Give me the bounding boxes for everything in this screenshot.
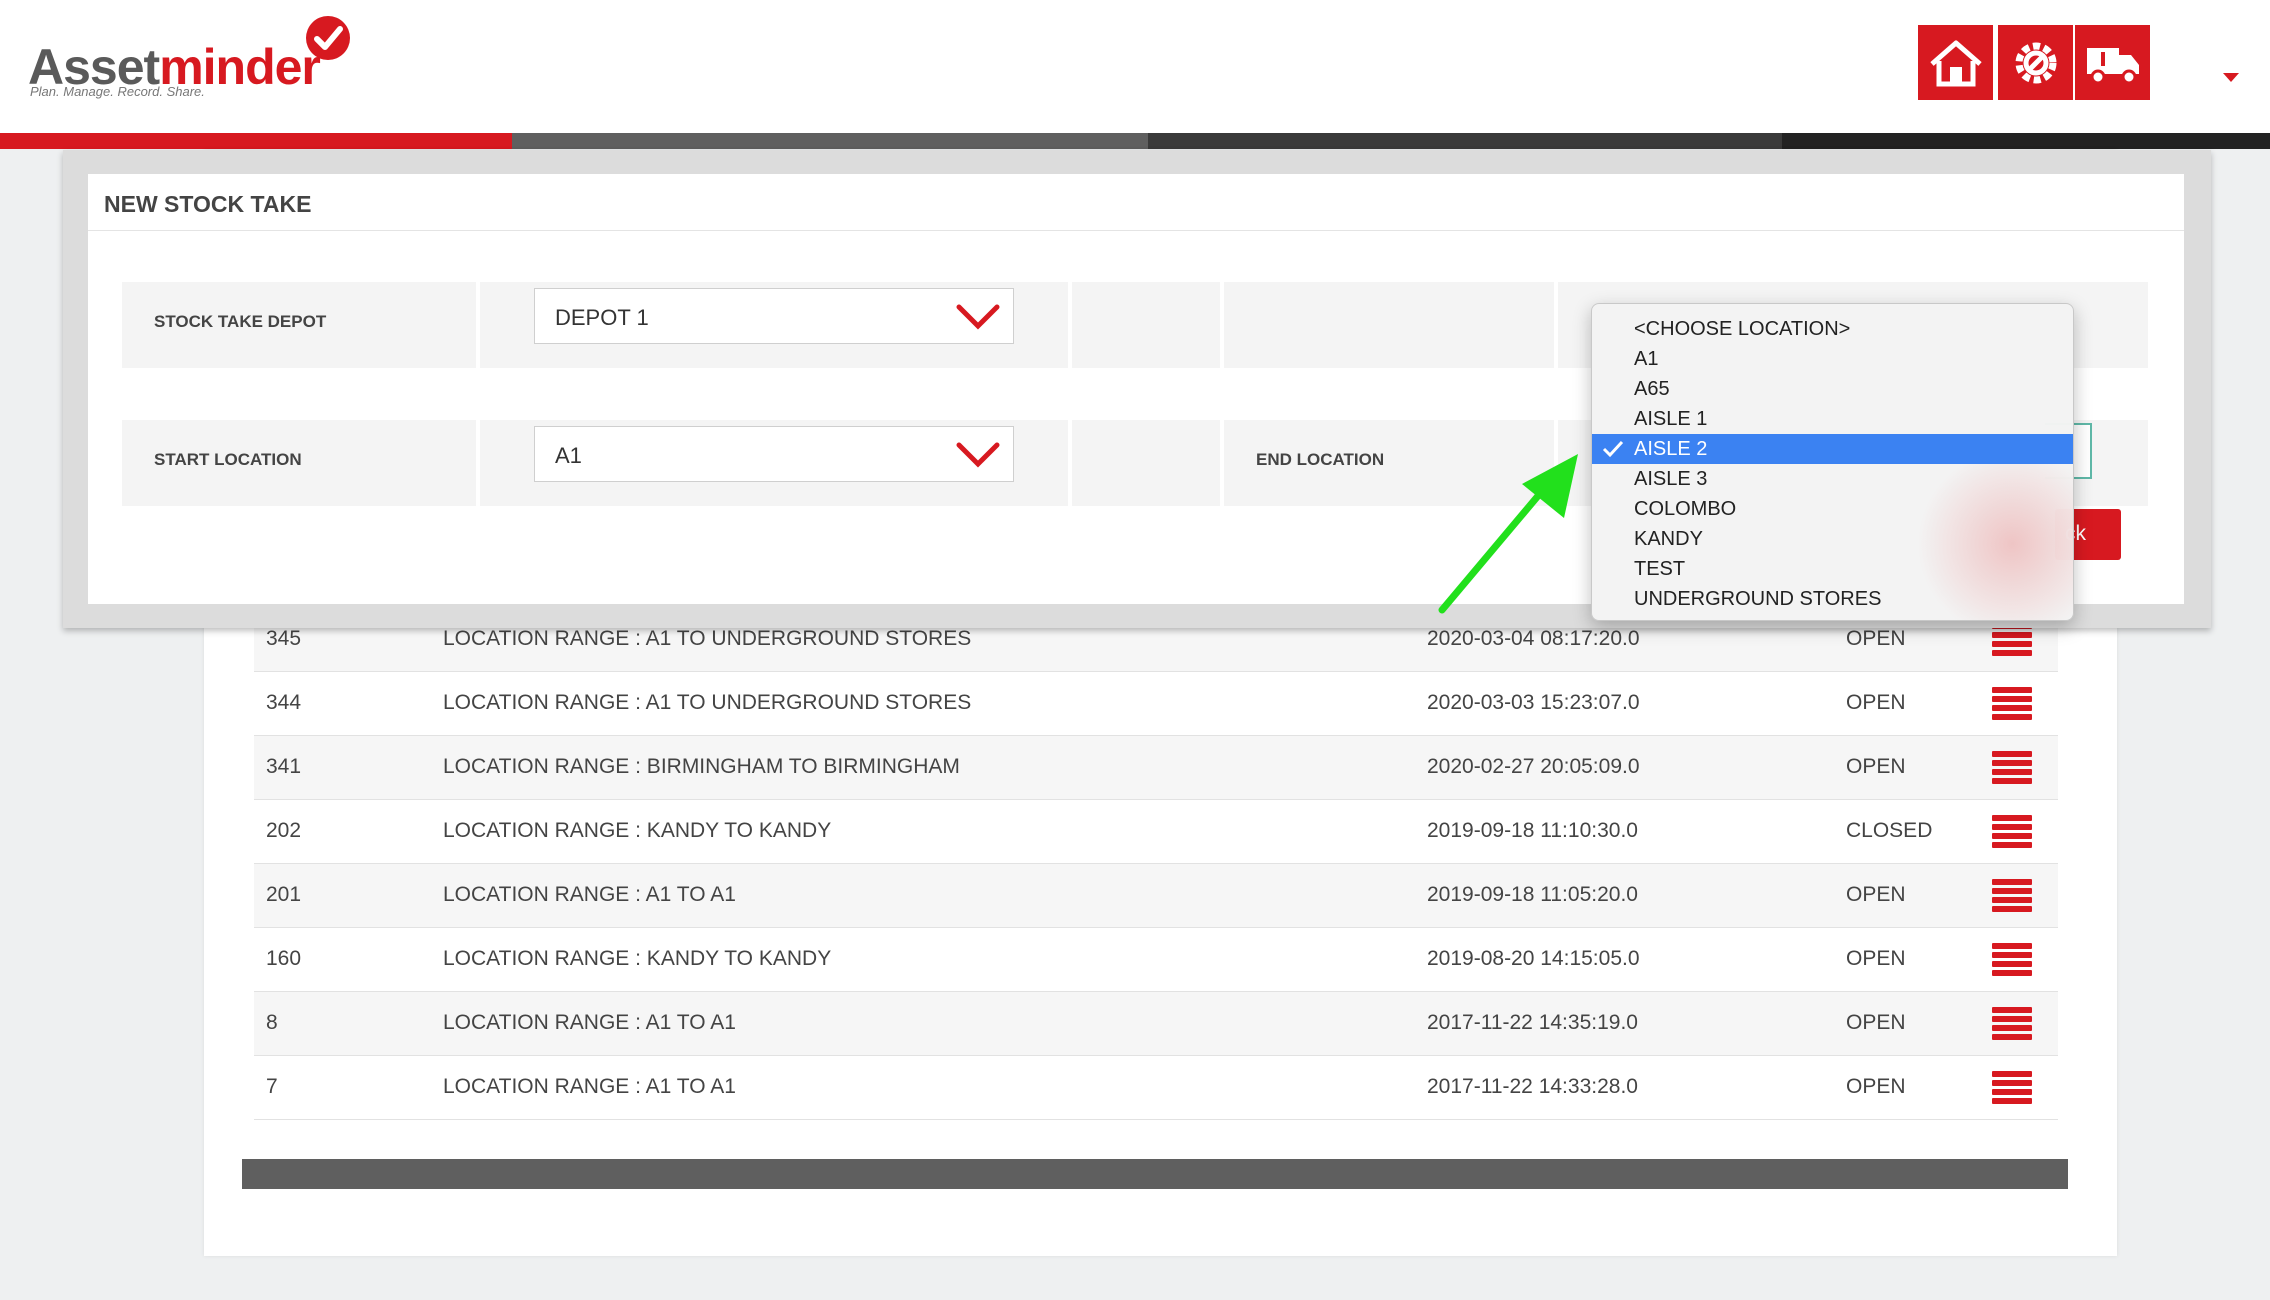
- dropdown-option[interactable]: A65: [1592, 374, 2073, 404]
- row-description: LOCATION RANGE : KANDY TO KANDY: [443, 947, 832, 970]
- row-date: 2017-11-22 14:35:19.0: [1427, 1011, 1638, 1034]
- dropdown-option-label: <CHOOSE LOCATION>: [1634, 318, 1851, 340]
- row-id: 345: [266, 627, 302, 650]
- table-row[interactable]: 341 LOCATION RANGE : BIRMINGHAM TO BIRMIN…: [254, 736, 2058, 800]
- row-description: LOCATION RANGE : A1 TO A1: [443, 883, 736, 906]
- row-details-list-icon[interactable]: [1992, 815, 2032, 848]
- row-id: 201: [266, 883, 302, 906]
- home-button[interactable]: [1918, 25, 1993, 100]
- row-status: OPEN: [1846, 1011, 1906, 1034]
- header-stripe-red: [0, 133, 512, 149]
- row-id: 341: [266, 755, 302, 778]
- dropdown-option-label: AISLE 1: [1634, 408, 1708, 430]
- user-menu-caret-icon[interactable]: [2223, 73, 2239, 82]
- dropdown-option[interactable]: UNDERGROUND STORES: [1592, 584, 2073, 614]
- row-date: 2019-09-18 11:10:30.0: [1427, 819, 1638, 842]
- row-details-list-icon[interactable]: [1992, 1007, 2032, 1040]
- horizontal-scrollbar[interactable]: [242, 1159, 2068, 1189]
- dropdown-option[interactable]: TEST: [1592, 554, 2073, 584]
- table-row[interactable]: 8 LOCATION RANGE : A1 TO A1 2017-11-22 14:…: [254, 992, 2058, 1056]
- start-location-label: START LOCATION: [154, 450, 302, 469]
- table-row[interactable]: 344 LOCATION RANGE : A1 TO UNDERGROUND ST…: [254, 672, 2058, 736]
- dropdown-option-label: A1: [1634, 348, 1659, 370]
- dropdown-option[interactable]: AISLE 1: [1592, 404, 2073, 434]
- row-details-list-icon[interactable]: [1992, 1071, 2032, 1104]
- logo-tagline: Plan. Manage. Record. Share.: [30, 84, 205, 99]
- row-description: LOCATION RANGE : KANDY TO KANDY: [443, 819, 832, 842]
- dropdown-option[interactable]: COLOMBO: [1592, 494, 2073, 524]
- depot-select[interactable]: DEPOT 1: [534, 288, 1014, 344]
- table-row[interactable]: 201 LOCATION RANGE : A1 TO A1 2019-09-18 1…: [254, 864, 2058, 928]
- row-details-list-icon[interactable]: [1992, 943, 2032, 976]
- header-stripe-black: [1782, 133, 2270, 149]
- row-id: 202: [266, 819, 302, 842]
- row-status: OPEN: [1846, 883, 1906, 906]
- dropdown-option-label: A65: [1634, 378, 1670, 400]
- dropdown-option[interactable]: AISLE 3: [1592, 464, 2073, 494]
- assetminder-logo[interactable]: Assetminder Plan. Manage. Record. Share.: [28, 16, 368, 106]
- checkmark-icon: [1602, 440, 1624, 464]
- home-icon: [1929, 40, 1982, 86]
- table-row[interactable]: 202 LOCATION RANGE : KANDY TO KANDY 2019-0…: [254, 800, 2058, 864]
- row-date: 2020-03-04 08:17:20.0: [1427, 627, 1640, 650]
- row-date: 2020-03-03 15:23:07.0: [1427, 691, 1640, 714]
- row-details-list-icon[interactable]: [1992, 751, 2032, 784]
- dropdown-option[interactable]: <CHOOSE LOCATION>: [1592, 314, 2073, 344]
- dropdown-option[interactable]: AISLE 2: [1592, 434, 2073, 464]
- row-date: 2019-09-18 11:05:20.0: [1427, 883, 1638, 906]
- dropdown-option-label: TEST: [1634, 558, 1686, 580]
- app-header: Assetminder Plan. Manage. Record. Share.: [0, 0, 2270, 133]
- row-id: 7: [266, 1075, 278, 1098]
- end-location-dropdown-list[interactable]: <CHOOSE LOCATION> A1 A65 AISLE 1 AISLE 2 AISL…: [1591, 303, 2074, 621]
- dropdown-option-label: AISLE 3: [1634, 468, 1708, 490]
- dropdown-option-label: AISLE 2: [1634, 438, 1708, 460]
- depot-label: STOCK TAKE DEPOT: [154, 312, 327, 331]
- row-id: 160: [266, 947, 302, 970]
- table-row[interactable]: 160 LOCATION RANGE : KANDY TO KANDY 2019-0…: [254, 928, 2058, 992]
- row-description: LOCATION RANGE : A1 TO UNDERGROUND STORE…: [443, 691, 972, 714]
- truck-icon: [2086, 47, 2139, 84]
- row-details-list-icon[interactable]: [1992, 687, 2032, 720]
- row-date: 2017-11-22 14:33:28.0: [1427, 1075, 1638, 1098]
- header-stripe-grey: [512, 133, 1148, 149]
- row-status: CLOSED: [1846, 819, 1933, 842]
- settings-gear-icon: [2015, 42, 2056, 83]
- start-location-select[interactable]: A1: [534, 426, 1014, 482]
- end-location-label: END LOCATION: [1256, 450, 1385, 469]
- modal-title: NEW STOCK TAKE: [104, 191, 312, 217]
- row-status: OPEN: [1846, 627, 1906, 650]
- row-description: LOCATION RANGE : A1 TO A1: [443, 1075, 736, 1098]
- checkmark-badge-icon: [306, 16, 350, 60]
- row-status: OPEN: [1846, 1075, 1906, 1098]
- start-location-value: A1: [555, 443, 582, 468]
- row-description: LOCATION RANGE : A1 TO A1: [443, 1011, 736, 1034]
- modal-divider: [88, 230, 2184, 231]
- row-status: OPEN: [1846, 947, 1906, 970]
- row-date: 2019-08-20 14:15:05.0: [1427, 947, 1640, 970]
- fleet-button[interactable]: [2075, 25, 2150, 100]
- chevron-down-icon: [956, 304, 1000, 330]
- dropdown-option-label: UNDERGROUND STORES: [1634, 588, 1882, 610]
- annotation-arrow: [1438, 454, 1578, 614]
- row-id: 8: [266, 1011, 278, 1034]
- dropdown-option[interactable]: KANDY: [1592, 524, 2073, 554]
- row-date: 2020-02-27 20:05:09.0: [1427, 755, 1640, 778]
- row-status: OPEN: [1846, 691, 1906, 714]
- table-row[interactable]: 7 LOCATION RANGE : A1 TO A1 2017-11-22 14:…: [254, 1056, 2058, 1120]
- row-status: OPEN: [1846, 755, 1906, 778]
- row-description: LOCATION RANGE : BIRMINGHAM TO BIRMINGHA…: [443, 755, 960, 778]
- header-stripe-dark: [1148, 133, 1782, 149]
- depot-select-value: DEPOT 1: [555, 305, 649, 330]
- row-details-list-icon[interactable]: [1992, 879, 2032, 912]
- row-description: LOCATION RANGE : A1 TO UNDERGROUND STORE…: [443, 627, 972, 650]
- dropdown-option-label: COLOMBO: [1634, 498, 1737, 520]
- settings-button[interactable]: [1998, 25, 2073, 100]
- chevron-down-icon: [956, 442, 1000, 468]
- row-id: 344: [266, 691, 302, 714]
- dropdown-option-label: KANDY: [1634, 528, 1703, 550]
- dropdown-option[interactable]: A1: [1592, 344, 2073, 374]
